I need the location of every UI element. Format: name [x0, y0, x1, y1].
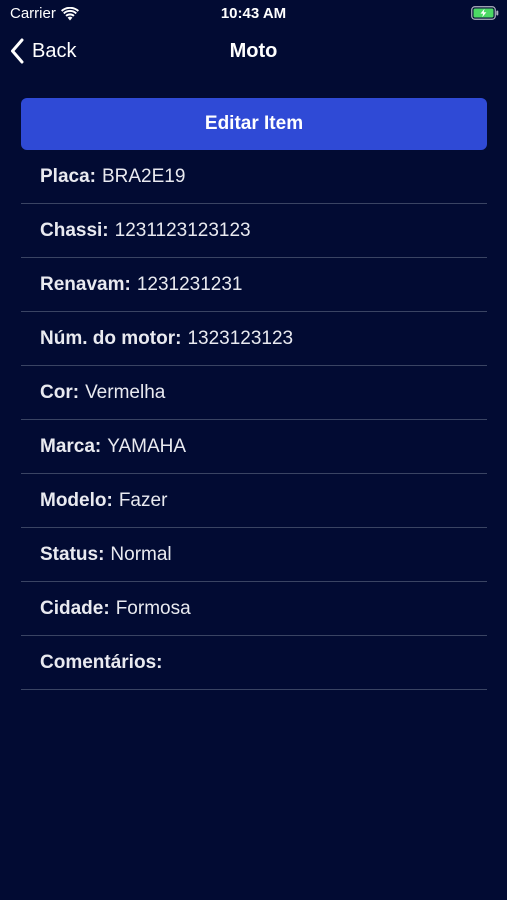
detail-row-chassi: Chassi: 1231123123123 [21, 204, 487, 258]
detail-label: Cor: [40, 381, 80, 403]
navigation-bar: Back Moto [0, 28, 507, 76]
detail-value: Vermelha [85, 381, 166, 403]
battery-charging-icon [471, 6, 499, 20]
detail-value: 1231231231 [136, 273, 243, 295]
detail-row-placa: Placa: BRA2E19 [21, 150, 487, 204]
detail-label: Modelo: [40, 489, 113, 511]
clock: 10:43 AM [220, 5, 287, 22]
detail-row-renavam: Renavam: 1231231231 [21, 258, 487, 312]
detail-row-motor: Núm. do motor: 1323123123 [21, 312, 487, 366]
detail-value: BRA2E19 [101, 165, 186, 187]
detail-row-modelo: Modelo: Fazer [21, 474, 487, 528]
detail-value: YAMAHA [107, 435, 187, 457]
details-list: Placa: BRA2E19 Chassi: 1231123123123 Ren… [21, 150, 487, 690]
detail-label: Núm. do motor: [40, 327, 182, 349]
detail-value: Normal [110, 543, 172, 565]
detail-label: Marca: [40, 435, 102, 457]
detail-label: Cidade: [40, 597, 110, 619]
detail-value: Fazer [118, 489, 168, 511]
status-bar: Carrier 10:43 AM [0, 0, 507, 28]
detail-label: Chassi: [40, 219, 109, 241]
detail-label: Status: [40, 543, 105, 565]
detail-row-comentarios: Comentários: [21, 636, 487, 690]
page-title: Moto [229, 40, 278, 62]
detail-row-status: Status: Normal [21, 528, 487, 582]
detail-value: 1323123123 [187, 327, 294, 349]
edit-item-button[interactable]: Editar Item [21, 98, 487, 150]
detail-label: Comentários: [40, 651, 163, 673]
detail-row-cidade: Cidade: Formosa [21, 582, 487, 636]
detail-label: Placa: [40, 165, 96, 187]
detail-row-marca: Marca: YAMAHA [21, 420, 487, 474]
detail-label: Renavam: [40, 273, 131, 295]
detail-value: Formosa [115, 597, 191, 619]
detail-value: 1231123123123 [114, 219, 251, 241]
detail-row-cor: Cor: Vermelha [21, 366, 487, 420]
